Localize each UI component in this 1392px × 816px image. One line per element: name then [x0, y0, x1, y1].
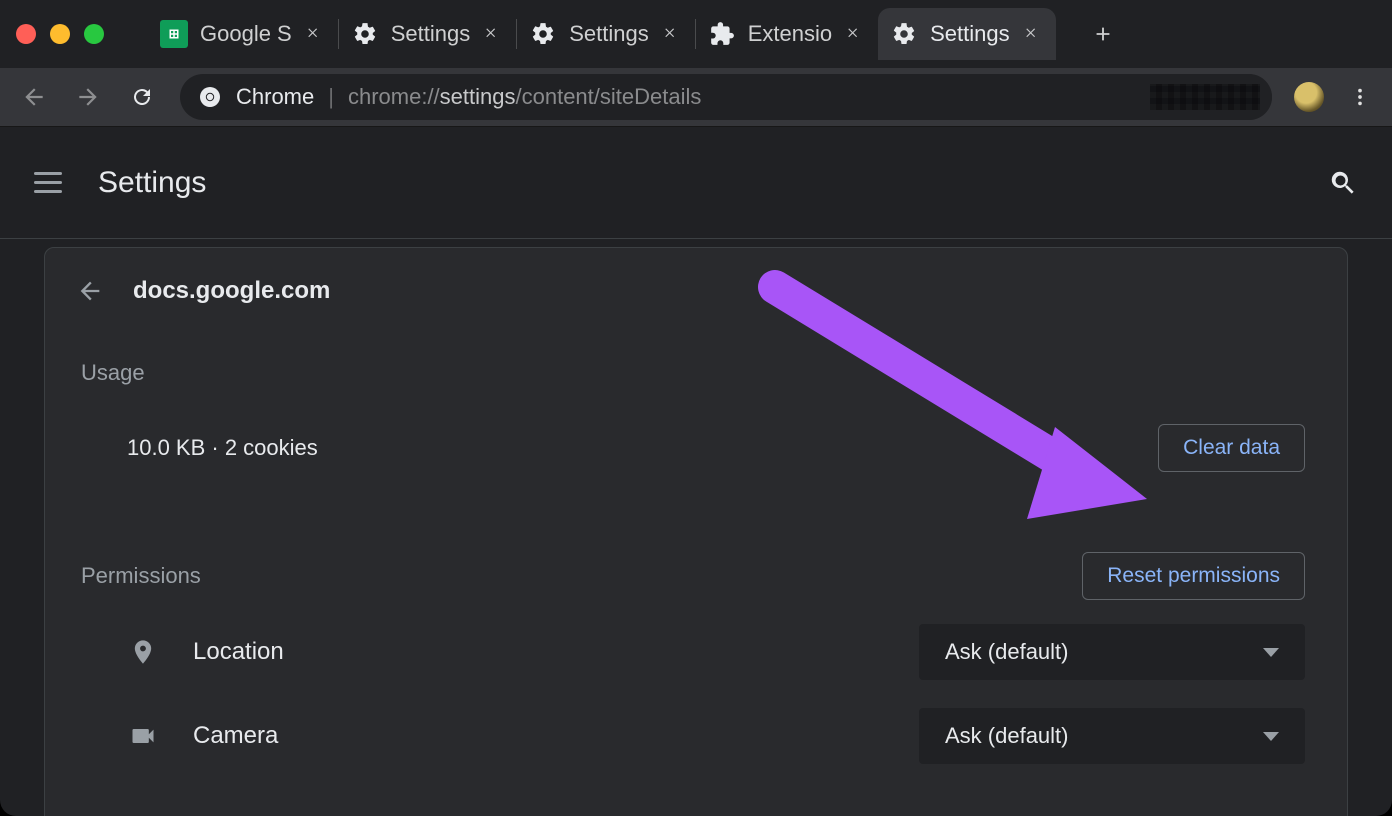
- permissions-section-title: Permissions: [81, 563, 201, 589]
- back-button[interactable]: [73, 274, 107, 308]
- permission-value: Ask (default): [945, 639, 1069, 665]
- permission-label: Location: [193, 638, 284, 666]
- sheets-icon: [160, 20, 188, 48]
- nav-back-button[interactable]: [18, 81, 50, 113]
- tab-google-sheets[interactable]: Google S: [148, 8, 338, 60]
- gear-icon: [351, 20, 379, 48]
- tab-label: Settings: [391, 21, 471, 47]
- menu-icon[interactable]: [34, 165, 70, 201]
- permission-select-camera[interactable]: Ask (default): [919, 708, 1305, 764]
- window-minimize-button[interactable]: [50, 24, 70, 44]
- browser-menu-button[interactable]: [1346, 83, 1374, 111]
- settings-appbar: Settings: [0, 127, 1392, 239]
- permission-value: Ask (default): [945, 723, 1069, 749]
- usage-row: 10.0 KB · 2 cookies Clear data: [45, 396, 1347, 512]
- extension-icon: [708, 20, 736, 48]
- site-details-card: docs.google.com Usage 10.0 KB · 2 cookie…: [44, 247, 1348, 816]
- address-bar[interactable]: Chrome | chrome://settings/content/siteD…: [180, 74, 1272, 120]
- nav-forward-button[interactable]: [72, 81, 104, 113]
- window-controls: [16, 24, 104, 44]
- page-title: Settings: [98, 166, 206, 200]
- window-close-button[interactable]: [16, 24, 36, 44]
- tab-label: Google S: [200, 21, 292, 47]
- tab-extensions[interactable]: Extensio: [696, 8, 878, 60]
- redacted-region: [1150, 84, 1260, 110]
- close-icon[interactable]: [661, 24, 681, 44]
- tab-label: Settings: [930, 21, 1010, 47]
- new-tab-button[interactable]: [1080, 11, 1126, 57]
- chevron-down-icon: [1263, 732, 1279, 741]
- page-viewport: Settings docs.google.com Usage 10.0 KB ·…: [0, 126, 1392, 816]
- site-hostname: docs.google.com: [133, 277, 330, 305]
- chrome-icon: [198, 85, 222, 109]
- window-zoom-button[interactable]: [84, 24, 104, 44]
- url-truncated-region: [1012, 74, 1272, 120]
- clear-data-button[interactable]: Clear data: [1158, 424, 1305, 472]
- permission-label: Camera: [193, 722, 278, 750]
- tab-strip: Google S Settings Settings Extensio Sett…: [148, 0, 1392, 68]
- close-icon[interactable]: [844, 24, 864, 44]
- url-path: chrome://settings/content/siteDetails: [348, 84, 701, 110]
- url-separator: |: [328, 84, 334, 110]
- chevron-down-icon: [1263, 648, 1279, 657]
- reset-permissions-button[interactable]: Reset permissions: [1082, 552, 1305, 600]
- close-icon[interactable]: [482, 24, 502, 44]
- close-icon[interactable]: [304, 24, 324, 44]
- tab-settings-active[interactable]: Settings: [878, 8, 1056, 60]
- nav-reload-button[interactable]: [126, 81, 158, 113]
- permission-row-camera: Camera Ask (default): [45, 694, 1347, 778]
- profile-avatar[interactable]: [1294, 82, 1324, 112]
- tab-label: Settings: [569, 21, 649, 47]
- tab-label: Extensio: [748, 21, 832, 47]
- close-icon[interactable]: [1022, 24, 1042, 44]
- gear-icon: [529, 20, 557, 48]
- tab-settings-2[interactable]: Settings: [517, 8, 695, 60]
- browser-toolbar: Chrome | chrome://settings/content/siteD…: [0, 68, 1392, 126]
- tab-settings-1[interactable]: Settings: [339, 8, 517, 60]
- location-icon: [127, 636, 159, 668]
- settings-search-button[interactable]: [1328, 168, 1358, 198]
- camera-icon: [127, 720, 159, 752]
- usage-section-title: Usage: [45, 332, 1347, 396]
- permission-select-location[interactable]: Ask (default): [919, 624, 1305, 680]
- permission-row-location: Location Ask (default): [45, 610, 1347, 694]
- url-chip: Chrome: [236, 84, 314, 110]
- gear-icon: [890, 20, 918, 48]
- usage-summary: 10.0 KB · 2 cookies: [127, 435, 318, 461]
- browser-titlebar: Google S Settings Settings Extensio Sett…: [0, 0, 1392, 68]
